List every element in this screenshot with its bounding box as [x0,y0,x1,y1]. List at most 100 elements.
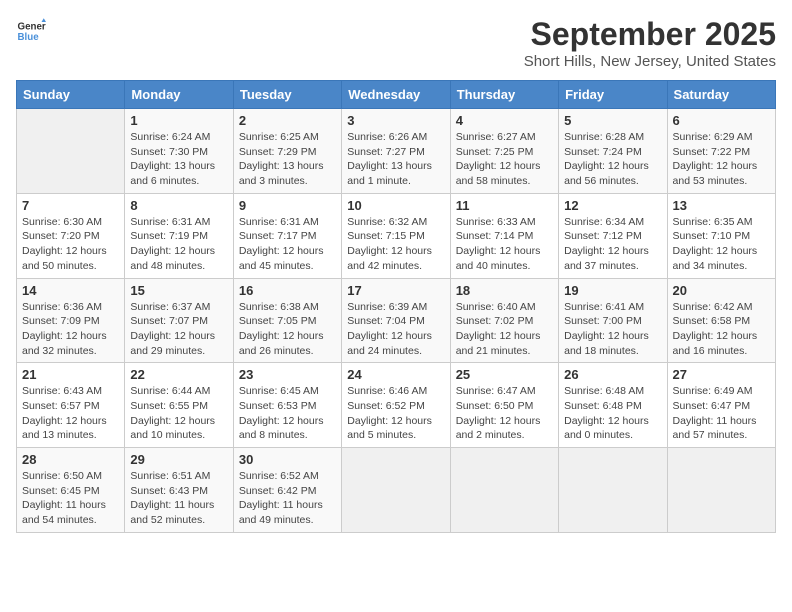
day-info: Sunrise: 6:37 AM Sunset: 7:07 PM Dayligh… [130,300,227,359]
day-info: Sunrise: 6:45 AM Sunset: 6:53 PM Dayligh… [239,384,336,443]
day-number: 17 [347,283,444,298]
day-number: 20 [673,283,770,298]
calendar-cell: 13 Sunrise: 6:35 AM Sunset: 7:10 PM Dayli… [667,193,775,278]
day-number: 12 [564,198,661,213]
day-number: 13 [673,198,770,213]
day-info: Sunrise: 6:30 AM Sunset: 7:20 PM Dayligh… [22,215,119,274]
day-number: 11 [456,198,553,213]
calendar-cell [667,448,775,533]
day-number: 15 [130,283,227,298]
calendar-cell: 15 Sunrise: 6:37 AM Sunset: 7:07 PM Dayli… [125,278,233,363]
day-number: 8 [130,198,227,213]
day-number: 14 [22,283,119,298]
day-info: Sunrise: 6:39 AM Sunset: 7:04 PM Dayligh… [347,300,444,359]
day-info: Sunrise: 6:42 AM Sunset: 6:58 PM Dayligh… [673,300,770,359]
calendar-cell: 2 Sunrise: 6:25 AM Sunset: 7:29 PM Daylig… [233,109,341,194]
calendar-week-3: 14 Sunrise: 6:36 AM Sunset: 7:09 PM Dayli… [17,278,776,363]
col-header-monday: Monday [125,81,233,109]
day-number: 23 [239,367,336,382]
day-info: Sunrise: 6:38 AM Sunset: 7:05 PM Dayligh… [239,300,336,359]
day-number: 6 [673,113,770,128]
day-info: Sunrise: 6:40 AM Sunset: 7:02 PM Dayligh… [456,300,553,359]
day-number: 3 [347,113,444,128]
calendar-cell: 10 Sunrise: 6:32 AM Sunset: 7:15 PM Dayli… [342,193,450,278]
calendar-cell: 28 Sunrise: 6:50 AM Sunset: 6:45 PM Dayli… [17,448,125,533]
calendar-cell: 21Sunrise: 6:43 AM Sunset: 6:57 PM Dayli… [17,363,125,448]
day-info: Sunrise: 6:49 AM Sunset: 6:47 PM Dayligh… [673,384,770,443]
calendar-cell: 30Sunrise: 6:52 AM Sunset: 6:42 PM Dayli… [233,448,341,533]
calendar-cell: 12 Sunrise: 6:34 AM Sunset: 7:12 PM Dayli… [559,193,667,278]
day-info: Sunrise: 6:29 AM Sunset: 7:22 PM Dayligh… [673,130,770,189]
logo: General Blue [16,16,46,46]
calendar-cell: 3 Sunrise: 6:26 AM Sunset: 7:27 PM Daylig… [342,109,450,194]
col-header-thursday: Thursday [450,81,558,109]
day-info: Sunrise: 6:44 AM Sunset: 6:55 PM Dayligh… [130,384,227,443]
day-info: Sunrise: 6:47 AM Sunset: 6:50 PM Dayligh… [456,384,553,443]
title-block: September 2025 Short Hills, New Jersey, … [524,16,776,70]
calendar-cell: 22 Sunrise: 6:44 AM Sunset: 6:55 PM Dayli… [125,363,233,448]
calendar-header-row: SundayMondayTuesdayWednesdayThursdayFrid… [17,81,776,109]
calendar-cell: 20 Sunrise: 6:42 AM Sunset: 6:58 PM Dayli… [667,278,775,363]
calendar-cell: 24 Sunrise: 6:46 AM Sunset: 6:52 PM Dayli… [342,363,450,448]
col-header-wednesday: Wednesday [342,81,450,109]
logo-icon: General Blue [16,16,46,46]
day-info: Sunrise: 6:36 AM Sunset: 7:09 PM Dayligh… [22,300,119,359]
day-info: Sunrise: 6:25 AM Sunset: 7:29 PM Dayligh… [239,130,336,189]
day-number: 2 [239,113,336,128]
day-number: 5 [564,113,661,128]
day-number: 27 [673,367,770,382]
calendar-cell: 14 Sunrise: 6:36 AM Sunset: 7:09 PM Dayli… [17,278,125,363]
day-info: Sunrise: 6:35 AM Sunset: 7:10 PM Dayligh… [673,215,770,274]
day-number: 10 [347,198,444,213]
day-info: Sunrise: 6:48 AM Sunset: 6:48 PM Dayligh… [564,384,661,443]
calendar-cell: 8 Sunrise: 6:31 AM Sunset: 7:19 PM Daylig… [125,193,233,278]
day-number: 25 [456,367,553,382]
calendar-cell: 23 Sunrise: 6:45 AM Sunset: 6:53 PM Dayli… [233,363,341,448]
day-info: Sunrise: 6:33 AM Sunset: 7:14 PM Dayligh… [456,215,553,274]
page-header: General Blue September 2025 Short Hills,… [16,16,776,70]
calendar-table: SundayMondayTuesdayWednesdayThursdayFrid… [16,80,776,533]
calendar-cell: 6 Sunrise: 6:29 AM Sunset: 7:22 PM Daylig… [667,109,775,194]
calendar-cell: 26 Sunrise: 6:48 AM Sunset: 6:48 PM Dayli… [559,363,667,448]
day-info: Sunrise: 6:27 AM Sunset: 7:25 PM Dayligh… [456,130,553,189]
calendar-cell: 1Sunrise: 6:24 AM Sunset: 7:30 PM Daylig… [125,109,233,194]
day-number: 19 [564,283,661,298]
day-info: Sunrise: 6:31 AM Sunset: 7:19 PM Dayligh… [130,215,227,274]
day-number: 28 [22,452,119,467]
calendar-cell: 4 Sunrise: 6:27 AM Sunset: 7:25 PM Daylig… [450,109,558,194]
calendar-week-4: 21Sunrise: 6:43 AM Sunset: 6:57 PM Dayli… [17,363,776,448]
col-header-tuesday: Tuesday [233,81,341,109]
calendar-cell: 9 Sunrise: 6:31 AM Sunset: 7:17 PM Daylig… [233,193,341,278]
day-info: Sunrise: 6:50 AM Sunset: 6:45 PM Dayligh… [22,469,119,528]
month-title: September 2025 [524,16,776,53]
col-header-saturday: Saturday [667,81,775,109]
day-number: 21 [22,367,119,382]
day-number: 16 [239,283,336,298]
day-info: Sunrise: 6:26 AM Sunset: 7:27 PM Dayligh… [347,130,444,189]
calendar-cell [17,109,125,194]
calendar-cell: 5Sunrise: 6:28 AM Sunset: 7:24 PM Daylig… [559,109,667,194]
day-info: Sunrise: 6:34 AM Sunset: 7:12 PM Dayligh… [564,215,661,274]
calendar-week-1: 1Sunrise: 6:24 AM Sunset: 7:30 PM Daylig… [17,109,776,194]
calendar-cell: 29Sunrise: 6:51 AM Sunset: 6:43 PM Dayli… [125,448,233,533]
calendar-cell [559,448,667,533]
day-info: Sunrise: 6:51 AM Sunset: 6:43 PM Dayligh… [130,469,227,528]
calendar-cell: 17 Sunrise: 6:39 AM Sunset: 7:04 PM Dayli… [342,278,450,363]
day-info: Sunrise: 6:46 AM Sunset: 6:52 PM Dayligh… [347,384,444,443]
day-info: Sunrise: 6:24 AM Sunset: 7:30 PM Dayligh… [130,130,227,189]
day-info: Sunrise: 6:31 AM Sunset: 7:17 PM Dayligh… [239,215,336,274]
location-title: Short Hills, New Jersey, United States [524,53,776,70]
day-number: 4 [456,113,553,128]
col-header-sunday: Sunday [17,81,125,109]
calendar-week-5: 28 Sunrise: 6:50 AM Sunset: 6:45 PM Dayli… [17,448,776,533]
day-info: Sunrise: 6:52 AM Sunset: 6:42 PM Dayligh… [239,469,336,528]
col-header-friday: Friday [559,81,667,109]
calendar-cell: 7Sunrise: 6:30 AM Sunset: 7:20 PM Daylig… [17,193,125,278]
calendar-cell: 16 Sunrise: 6:38 AM Sunset: 7:05 PM Dayli… [233,278,341,363]
day-info: Sunrise: 6:41 AM Sunset: 7:00 PM Dayligh… [564,300,661,359]
day-number: 22 [130,367,227,382]
day-number: 26 [564,367,661,382]
day-number: 24 [347,367,444,382]
day-info: Sunrise: 6:32 AM Sunset: 7:15 PM Dayligh… [347,215,444,274]
day-number: 9 [239,198,336,213]
